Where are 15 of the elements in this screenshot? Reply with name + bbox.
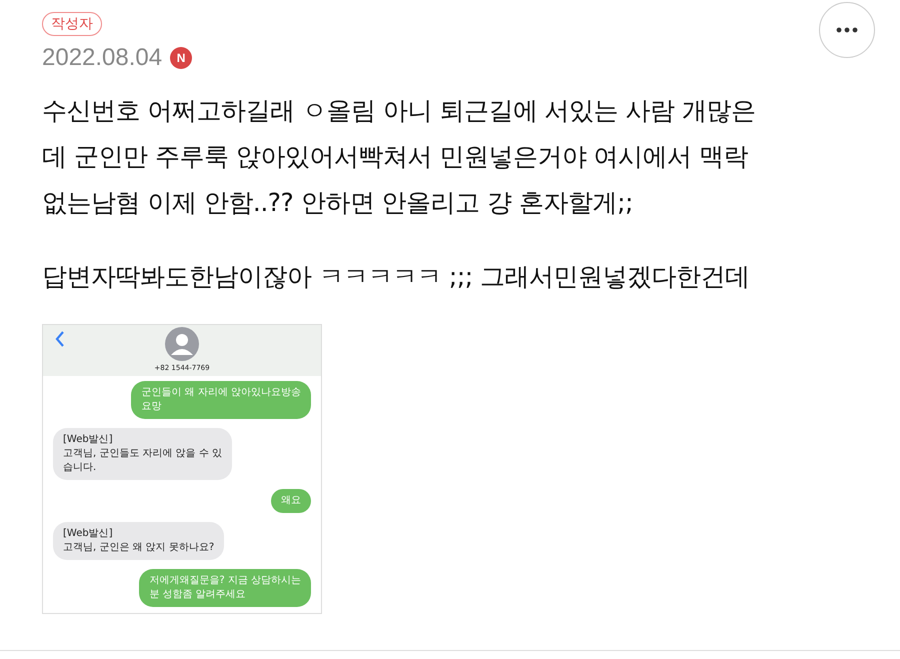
message-bubble: [Web발신] 고객님, 군인들도 자리에 앉을 수 있 습니다.	[53, 428, 232, 480]
post-text: 없는남혐 이제 안함..?? 안하면 안올리고 걍 혼자할게;;	[42, 187, 634, 219]
new-badge: N	[170, 47, 192, 69]
more-icon	[836, 27, 858, 33]
post-text: 답변자딱봐도한남이잖아 ㅋㅋㅋㅋㅋ ;;; 그래서민원넣겠다한건데	[42, 261, 751, 293]
message-bubble: 군인들이 왜 자리에 앉아있나요방송 요망	[131, 381, 311, 419]
post-text: 데 군인만 주루룩 앉아있어서빡쳐서 민원넣은거야 여시에서 맥락	[42, 141, 750, 173]
back-icon	[55, 331, 65, 347]
post-text: 수신번호 어쩌고하길래 ㅇ올림 아니 퇴근길에 서있는 사람 개많은	[42, 95, 757, 127]
author-badge: 작성자	[42, 12, 102, 36]
post-date: 2022.08.04	[42, 44, 162, 72]
message-bubble: [Web발신] 고객님, 군인은 왜 앉지 못하나요?	[53, 522, 224, 560]
avatar-icon	[165, 327, 199, 361]
message-bubble: 저에게왜질문을? 지금 상담하시는 분 성함좀 알려주세요	[139, 569, 311, 607]
message-bubble: 왜요	[271, 489, 311, 513]
